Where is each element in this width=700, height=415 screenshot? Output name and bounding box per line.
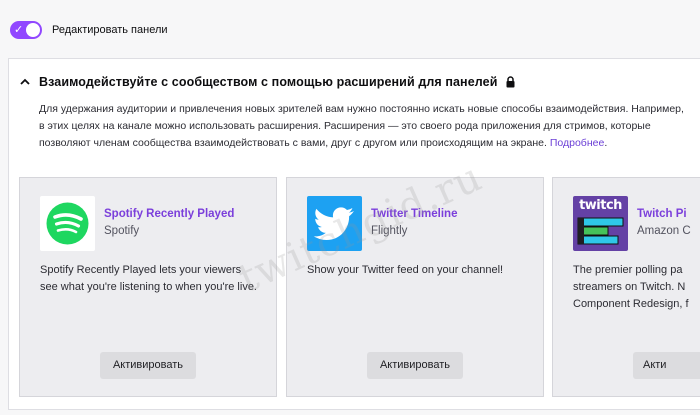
extension-name[interactable]: Twitch Pi bbox=[637, 208, 687, 220]
edit-panels-toggle[interactable]: ✓ bbox=[10, 21, 42, 39]
extension-name[interactable]: Twitter Timeline bbox=[371, 208, 457, 220]
toggle-knob bbox=[26, 23, 40, 37]
lock-icon bbox=[506, 76, 515, 88]
chevron-up-icon[interactable] bbox=[19, 76, 31, 88]
extension-vendor: Flightly bbox=[371, 225, 408, 237]
extension-name[interactable]: Spotify Recently Played bbox=[104, 208, 234, 220]
edit-panels-label: Редактировать панели bbox=[52, 24, 168, 36]
panel-description: Для удержания аудитории и привлечения но… bbox=[39, 101, 689, 152]
spotify-logo-icon bbox=[40, 196, 95, 251]
extension-description: Spotify Recently Played lets your viewer… bbox=[40, 264, 257, 293]
extension-card-twitter: Twitter Timeline Flightly Show your Twit… bbox=[286, 177, 544, 397]
activate-button[interactable]: Активировать bbox=[100, 352, 196, 379]
activate-button[interactable]: Акти bbox=[633, 352, 700, 379]
twitter-bird-logo-icon bbox=[307, 196, 362, 251]
panel-header: Взаимодействуйте с сообществом с помощью… bbox=[19, 75, 516, 89]
extension-card-twitch-poll: twitch Twitch Pi Amazon C The premier po… bbox=[552, 177, 700, 397]
activate-button[interactable]: Активировать bbox=[367, 352, 463, 379]
extension-description: The premier polling pa streamers on Twit… bbox=[573, 264, 689, 310]
extension-card-spotify: Spotify Recently Played Spotify Spotify … bbox=[19, 177, 277, 397]
extensions-panel: Взаимодействуйте с сообществом с помощью… bbox=[8, 58, 700, 410]
more-link[interactable]: Подробнее bbox=[550, 137, 604, 149]
edit-panels-row: ✓ Редактировать панели bbox=[10, 20, 168, 40]
extension-vendor: Spotify bbox=[104, 225, 140, 237]
check-icon: ✓ bbox=[14, 23, 24, 36]
twitch-poll-logo-icon: twitch bbox=[573, 196, 628, 251]
extension-description: Show your Twitter feed on your channel! bbox=[307, 264, 504, 276]
more-suffix: . bbox=[604, 137, 608, 149]
extension-vendor: Amazon C bbox=[637, 225, 691, 237]
panel-title: Взаимодействуйте с сообществом с помощью… bbox=[39, 75, 498, 89]
